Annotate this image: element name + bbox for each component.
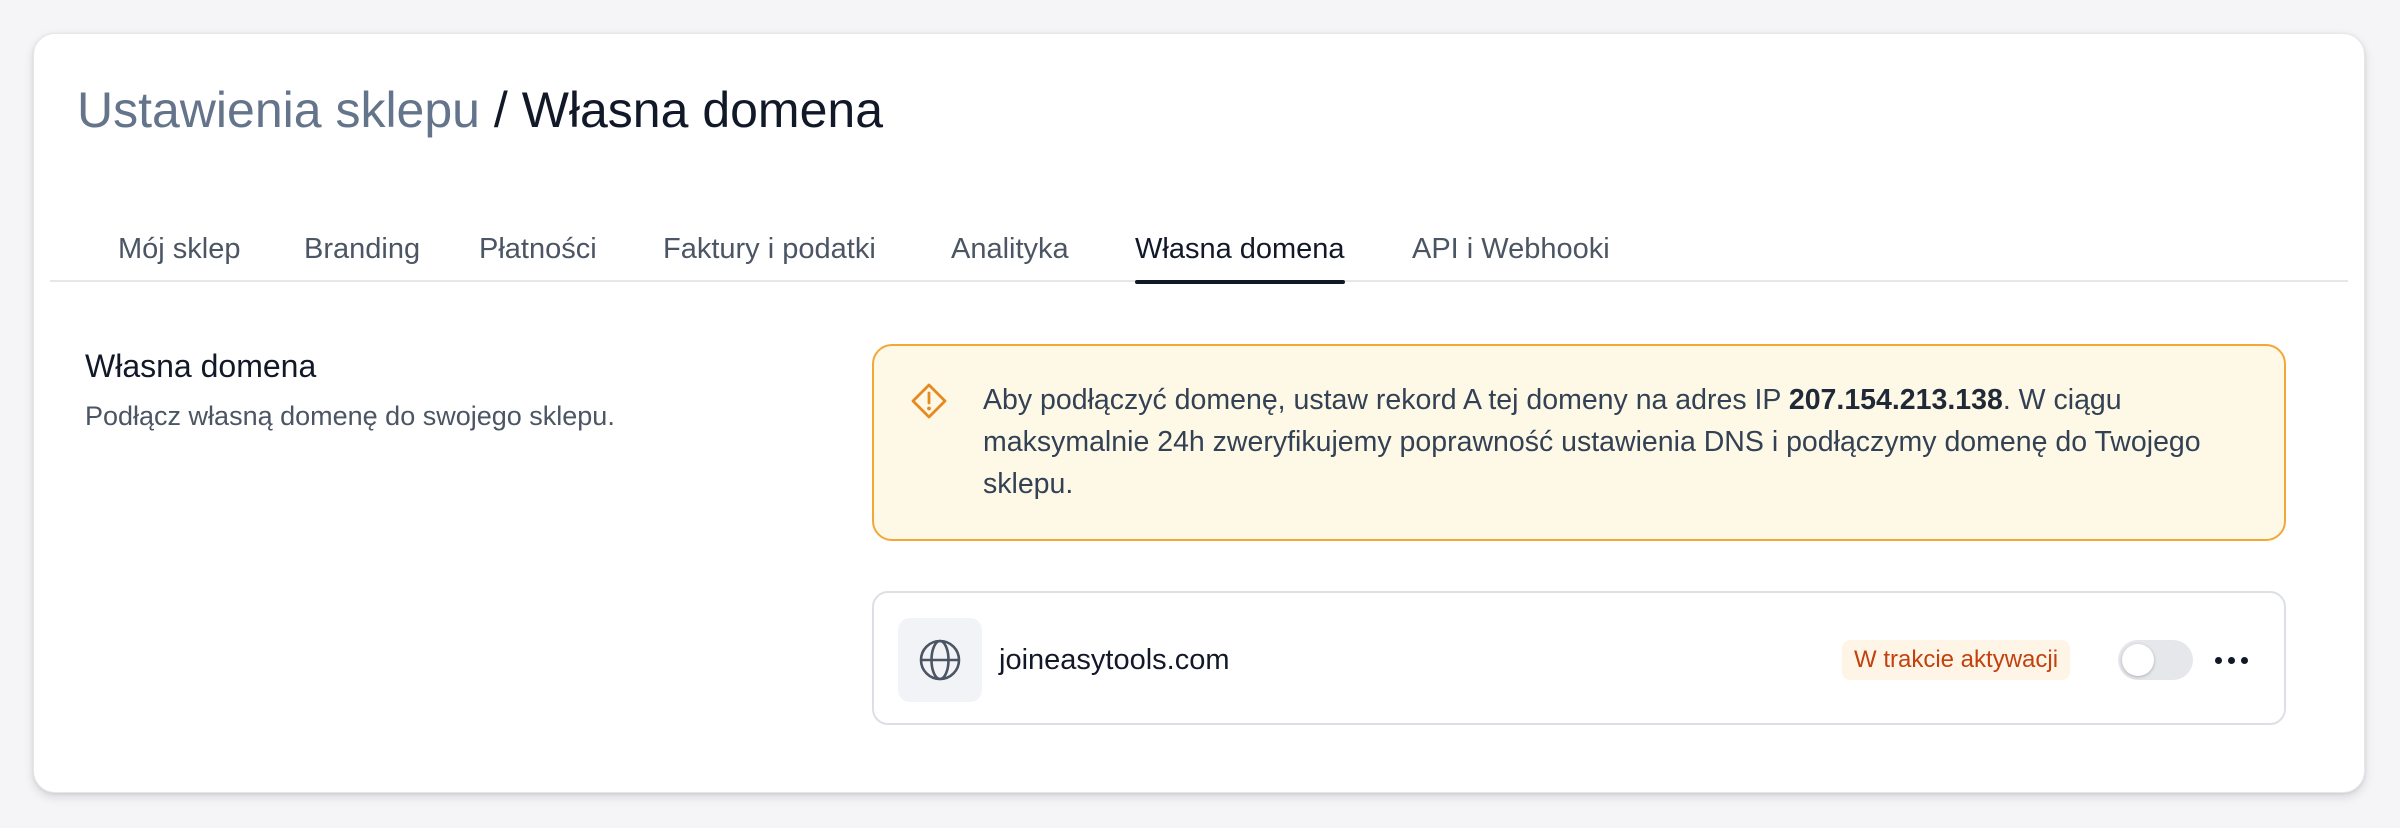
page-title: Ustawienia sklepu / Własna domena <box>77 78 883 142</box>
tab-faktury-i-podatki[interactable]: Faktury i podatki <box>663 224 876 282</box>
section-description: Podłącz własną domenę do swojego sklepu. <box>85 401 615 431</box>
domain-row: joineasytools.com W trakcie aktywacji <box>872 591 2286 725</box>
tab-platnosci[interactable]: Płatności <box>479 224 597 282</box>
toggle-knob <box>2122 644 2154 676</box>
alert-ip-address: 207.154.213.138 <box>1788 384 2003 416</box>
section-title: Własna domena <box>85 348 317 384</box>
tab-wlasna-domena[interactable]: Własna domena <box>1135 224 1345 284</box>
more-options-button[interactable] <box>2204 638 2260 682</box>
status-badge: W trakcie aktywacji <box>1842 640 2071 680</box>
tab-analityka[interactable]: Analityka <box>951 224 1069 282</box>
breadcrumb-parent[interactable]: Ustawienia sklepu <box>77 82 480 138</box>
domain-enabled-toggle[interactable] <box>2118 640 2193 680</box>
domain-name: joineasytools.com <box>999 644 1230 676</box>
alert-text-before: Aby podłączyć domenę, ustaw rekord A tej… <box>983 384 1789 416</box>
breadcrumb-separator: / <box>493 82 508 138</box>
settings-card: Ustawienia sklepu / Własna domena Mój sk… <box>33 33 2365 793</box>
tab-api-i-webhooki[interactable]: API i Webhooki <box>1412 224 1610 282</box>
settings-tabs: Mój sklep Branding Płatności Faktury i p… <box>50 224 2348 284</box>
tab-branding[interactable]: Branding <box>304 224 420 282</box>
alert-message: Aby podłączyć domenę, ustaw rekord A tej… <box>983 379 2253 505</box>
breadcrumb-current: Własna domena <box>521 82 884 138</box>
warning-diamond-icon <box>911 383 947 419</box>
dns-info-alert: Aby podłączyć domenę, ustaw rekord A tej… <box>872 344 2286 541</box>
tab-moj-sklep[interactable]: Mój sklep <box>118 224 241 282</box>
globe-icon-container <box>898 618 982 702</box>
globe-icon <box>919 639 961 681</box>
